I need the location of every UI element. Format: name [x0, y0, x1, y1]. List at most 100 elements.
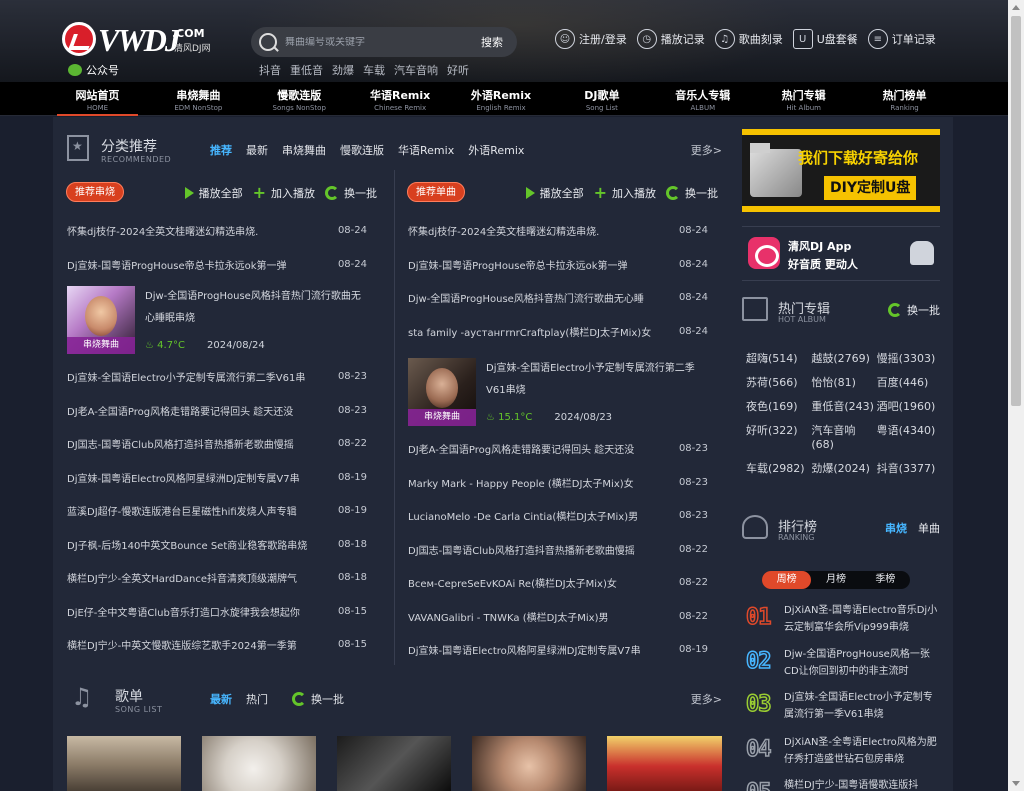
search-button[interactable]: 搜索	[481, 34, 503, 50]
recommend-more-link[interactable]: 更多>	[691, 142, 722, 158]
nav-ranking[interactable]: 热门榜单 Ranking	[854, 82, 955, 116]
album-tag[interactable]: 超嗨(514)	[746, 352, 811, 366]
album-tag[interactable]: 好听(322)	[746, 424, 811, 452]
album-tag[interactable]: 劲爆(2024)	[811, 462, 876, 476]
wechat-link[interactable]: 公众号	[68, 62, 119, 78]
songlist-cover[interactable]	[202, 736, 316, 791]
list-item[interactable]: Dj宣妹-国粤语ProgHouse帝总卡拉永远ok第一弹 08-24	[53, 248, 383, 282]
list-item[interactable]: Djw-全国语ProgHouse风格抖音热门流行歌曲无心睡 08-24	[394, 281, 724, 315]
featured-item[interactable]: 串烧舞曲 Dj宣妹-全国语Electro小予定制专属流行第二季V61串烧 ♨ 1…	[394, 358, 724, 428]
add-to-play-button[interactable]: + 加入播放	[594, 185, 656, 201]
scroll-down-icon[interactable]	[1012, 781, 1020, 786]
tab-week[interactable]: 周榜	[762, 571, 812, 589]
album-tag[interactable]: 怡怡(81)	[811, 376, 876, 390]
songlist-cover[interactable]	[607, 736, 722, 791]
album-tag[interactable]: 慢摇(3303)	[877, 352, 942, 366]
list-item[interactable]: 怀集dj枝仔-2024全英文桂曙迷幻精选串烧. 08-24	[394, 214, 724, 248]
list-item[interactable]: 蓝溪DJ超仔-慢歌连版港台巨星磁性hifi发烧人声专辑 08-19	[53, 494, 383, 528]
search-input[interactable]	[285, 36, 481, 48]
nav-song-list[interactable]: DJ歌单 Song List	[551, 82, 652, 116]
album-tag[interactable]: 夜色(169)	[746, 400, 811, 414]
tab-slow[interactable]: 慢歌连版	[340, 142, 384, 158]
album-tag[interactable]: 百度(446)	[877, 376, 942, 390]
ranking-item[interactable]: 01 DjXiAN圣-国粤语Electro音乐Dj小云定制富华会所Vip999串烧	[745, 602, 942, 642]
album-tag[interactable]: 抖音(3377)	[877, 462, 942, 476]
usb-banner[interactable]: 我们下载好寄给你 DIY定制U盘	[742, 129, 940, 212]
songlist-cover[interactable]	[67, 736, 181, 791]
list-item[interactable]: Dj宣妹-国粤语Electro风格阿星绿洲DJ定制专属V7串 08-19	[394, 633, 724, 667]
nav-slow[interactable]: 慢歌连版 Songs NonStop	[249, 82, 350, 116]
list-item[interactable]: DJ老A-全国语Prog风格走错路要记得回头 趁天还没 08-23	[53, 394, 383, 428]
site-logo[interactable]: VWDJ .COM 清风DJ网	[62, 22, 212, 60]
ranking-item[interactable]: 04 DjXiAN圣-全粤语Electro风格为肥仔秀打造盛世钻石包房串烧	[745, 734, 942, 774]
app-download[interactable]: 清风DJ App 好音质 更动人	[742, 226, 940, 281]
list-item[interactable]: Marky Mark - Happy People (横栏DJ太子Mix)女 08…	[394, 466, 724, 500]
refresh-button[interactable]: 换一批	[325, 185, 377, 201]
hot-word[interactable]: 重低音	[290, 62, 323, 78]
list-item[interactable]: 怀集dj枝仔-2024全英文桂曙迷幻精选串烧. 08-24	[53, 214, 383, 248]
refresh-button[interactable]: 换一批	[292, 691, 344, 707]
tab-ranking-single[interactable]: 单曲	[918, 520, 940, 536]
songlist-cover[interactable]	[472, 736, 586, 791]
scroll-up-icon[interactable]	[1012, 5, 1020, 10]
hot-word[interactable]: 好听	[447, 62, 469, 78]
android-icon[interactable]	[910, 241, 934, 265]
refresh-button[interactable]: 换一批	[666, 185, 718, 201]
list-item[interactable]: DJ国志-国粤语Club风格打造抖音热播新老歌曲慢摇 08-22	[394, 533, 724, 567]
list-item[interactable]: Dj宣妹-国粤语ProgHouse帝总卡拉永远ok第一弹 08-24	[394, 248, 724, 282]
ranking-item[interactable]: 02 Djw-全国语ProgHouse风格一张CD让你回到初中的非主流时	[745, 646, 942, 686]
list-item[interactable]: LucianoMelo -De Carla Cintia(横栏DJ太子Mix)男…	[394, 499, 724, 533]
tab-latest[interactable]: 最新	[246, 142, 268, 158]
featured-item[interactable]: 串烧舞曲 Djw-全国语ProgHouse风格抖音热门流行歌曲无心睡眠串烧 ♨ …	[53, 286, 383, 356]
album-tag[interactable]: 粤语(4340)	[877, 424, 942, 452]
hot-word[interactable]: 汽车音响	[394, 62, 438, 78]
page-scrollbar[interactable]	[1008, 0, 1024, 791]
tab-season[interactable]: 季榜	[861, 571, 910, 589]
list-item[interactable]: Dj宣妹-全国语Electro小予定制专属流行第二季V61串 08-23	[53, 360, 383, 394]
scrollbar-thumb[interactable]	[1011, 16, 1021, 406]
tab-hot[interactable]: 热门	[246, 691, 268, 707]
album-tag[interactable]: 酒吧(1960)	[877, 400, 942, 414]
tab-recommend[interactable]: 推荐	[210, 142, 232, 158]
ranking-item[interactable]: 05 横栏DJ宁少-国粤语慢歌连版抖	[745, 777, 942, 791]
album-tag[interactable]: 苏荷(566)	[746, 376, 811, 390]
history-link[interactable]: ◷ 播放记录	[636, 29, 705, 49]
featured-title[interactable]: Djw-全国语ProgHouse风格抖音热门流行歌曲无心睡眠串烧	[145, 286, 369, 330]
nav-edm[interactable]: 串烧舞曲 EDM NonStop	[148, 82, 249, 116]
tab-latest[interactable]: 最新	[210, 691, 232, 707]
tab-edm[interactable]: 串烧舞曲	[282, 142, 326, 158]
featured-thumbnail[interactable]: 串烧舞曲	[408, 358, 476, 426]
orders-link[interactable]: ≡ 订单记录	[867, 29, 936, 49]
nav-album[interactable]: 音乐人专辑 ALBUM	[652, 82, 753, 116]
list-item[interactable]: VAVANGalibri - TNWKa (横栏DJ太子Mix)男 08-22	[394, 600, 724, 634]
album-tag[interactable]: 越鼓(2769)	[811, 352, 876, 366]
hot-word[interactable]: 劲爆	[332, 62, 354, 78]
login-link[interactable]: ☺ 注册/登录	[555, 29, 627, 49]
list-item[interactable]: Всем-CepreSeEvKOAi Re(横栏DJ太子Mix)女 08-22	[394, 566, 724, 600]
list-item[interactable]: sta family -аустангrnrCraftplay(横栏DJ太子Mi…	[394, 315, 724, 349]
featured-title[interactable]: Dj宣妹-全国语Electro小予定制专属流行第二季V61串烧	[486, 358, 710, 402]
hot-word[interactable]: 车载	[363, 62, 385, 78]
list-item[interactable]: DJ老A-全国语Prog风格走错路要记得回头 趁天还没 08-23	[394, 432, 724, 466]
album-tag[interactable]: 汽车音响(68)	[811, 424, 876, 452]
album-tag[interactable]: 车载(2982)	[746, 462, 811, 476]
list-item[interactable]: Dj宣妹-国粤语Electro风格阿星绿洲DJ定制专属V7串 08-19	[53, 461, 383, 495]
featured-thumbnail[interactable]: 串烧舞曲	[67, 286, 135, 354]
nav-english-remix[interactable]: 外语Remix English Remix	[451, 82, 552, 116]
ranking-item[interactable]: 03 Dj宣妹-全国语Electro小予定制专属流行第一季V61串烧	[745, 689, 942, 729]
play-all-button[interactable]: 播放全部	[525, 185, 584, 201]
list-item[interactable]: DJ国志-国粤语Club风格打造抖音热播新老歌曲慢摇 08-22	[53, 427, 383, 461]
list-item[interactable]: 横栏DJ宁少-中英文慢歌连版综艺歌手2024第一季第 08-15	[53, 628, 383, 662]
play-all-button[interactable]: 播放全部	[184, 185, 243, 201]
nav-home[interactable]: 网站首页 HOME	[47, 82, 148, 116]
add-to-play-button[interactable]: + 加入播放	[253, 185, 315, 201]
hot-album-refresh-button[interactable]: 换一批	[888, 302, 940, 318]
tab-chinese-remix[interactable]: 华语Remix	[398, 142, 454, 158]
list-item[interactable]: DJ子枫-后场140中英文Bounce Set商业稳客歌路串烧 08-18	[53, 528, 383, 562]
songlist-cover[interactable]	[337, 736, 451, 791]
hot-word[interactable]: 抖音	[259, 62, 281, 78]
songlist-more-link[interactable]: 更多>	[691, 691, 722, 707]
burn-link[interactable]: ♫ 歌曲刻录	[714, 29, 783, 49]
nav-chinese-remix[interactable]: 华语Remix Chinese Remix	[350, 82, 451, 116]
album-tag[interactable]: 重低音(243)	[811, 400, 876, 414]
